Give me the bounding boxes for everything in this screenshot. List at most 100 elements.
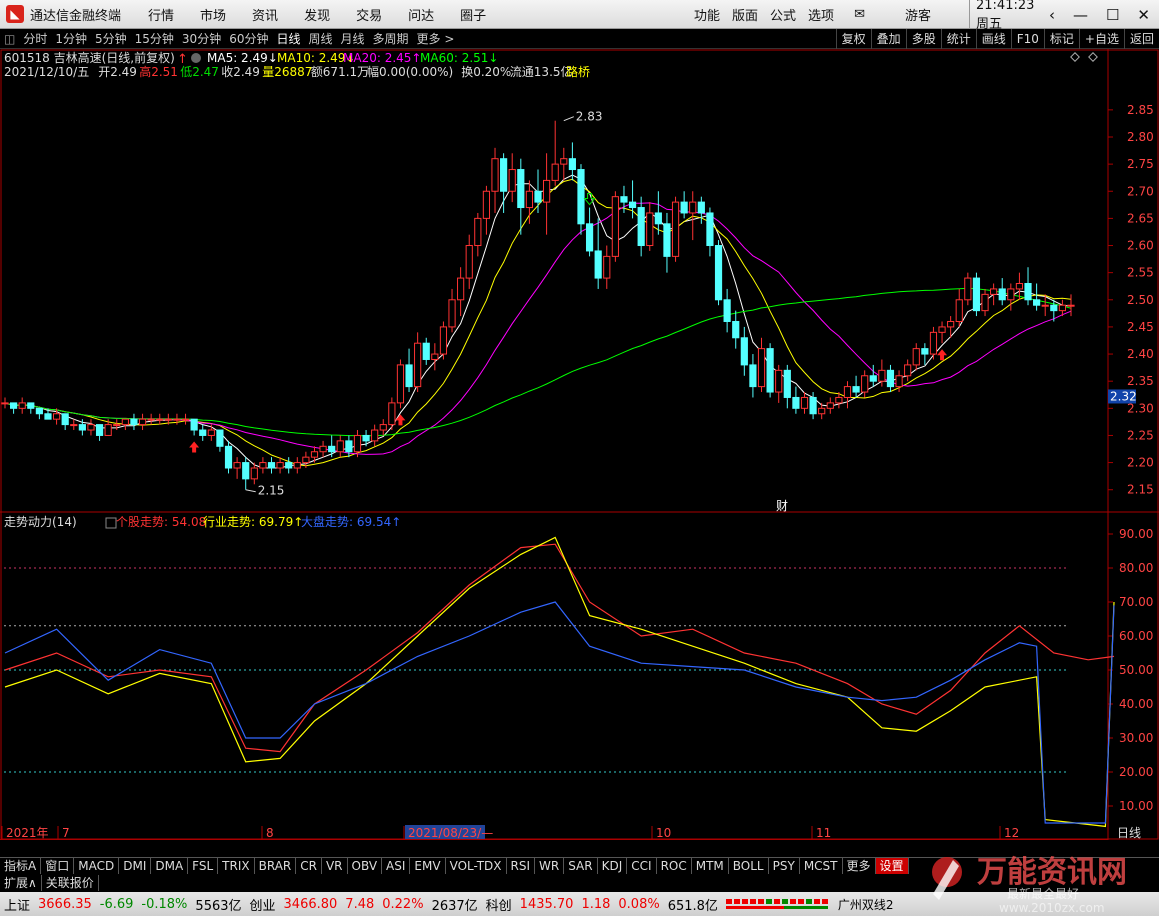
candle-body[interactable] (689, 201, 697, 214)
candle-body[interactable] (70, 424, 78, 427)
candle-body[interactable] (585, 223, 594, 252)
candle-body[interactable] (1041, 304, 1049, 307)
candle-body[interactable] (800, 396, 809, 409)
candle-body[interactable] (654, 212, 662, 225)
candle-body[interactable] (379, 424, 387, 431)
candle-body[interactable] (706, 212, 714, 247)
candle-body[interactable] (1024, 283, 1032, 301)
period-tab-7[interactable]: 周线 (309, 30, 333, 47)
candle-body[interactable] (18, 402, 26, 409)
candle-body[interactable] (551, 163, 559, 181)
period-tab-5[interactable]: 60分钟 (229, 30, 268, 47)
candle-body[interactable] (646, 212, 654, 247)
indicator-tab-5[interactable]: FSL (188, 858, 219, 874)
candle-body[interactable] (302, 456, 310, 464)
period-tab-9[interactable]: 多周期 (373, 30, 409, 47)
period-tab-6[interactable]: 日线 (276, 30, 300, 47)
candle-body[interactable] (757, 348, 766, 388)
candle-body[interactable] (878, 369, 886, 382)
candle-body[interactable] (1067, 304, 1075, 307)
candle-body[interactable] (388, 402, 396, 426)
user-label[interactable]: 游客 (905, 5, 931, 24)
candle-body[interactable] (147, 418, 155, 421)
candle-body[interactable] (740, 337, 748, 366)
candle-body[interactable] (336, 440, 344, 453)
candle-body[interactable] (500, 158, 508, 192)
period-tab-2[interactable]: 5分钟 (95, 30, 127, 47)
cy-index-label[interactable]: 创业 (250, 895, 276, 914)
candle-body[interactable] (732, 320, 740, 339)
candle-body[interactable] (912, 348, 920, 366)
candle-body[interactable] (775, 369, 783, 393)
candle-body[interactable] (895, 375, 903, 388)
candle-body[interactable] (491, 158, 499, 192)
candle-body[interactable] (964, 277, 972, 301)
candle-body[interactable] (517, 169, 525, 209)
candle-body[interactable] (637, 207, 645, 247)
indicator-tab-20[interactable]: MTM (692, 858, 729, 874)
sh-index-label[interactable]: 上证 (4, 895, 30, 914)
period-tab-8[interactable]: 月线 (341, 30, 365, 47)
candle-body[interactable] (199, 429, 207, 436)
candle-body[interactable] (173, 418, 181, 421)
period-tab-10[interactable]: 更多 > (417, 30, 455, 47)
candle-body[interactable] (783, 369, 791, 398)
indicator-tab-4[interactable]: DMA (151, 858, 189, 874)
candle-body[interactable] (1050, 304, 1058, 312)
candle-body[interactable] (938, 326, 946, 333)
candle-body[interactable] (861, 375, 869, 393)
candle-body[interactable] (345, 440, 353, 453)
candle-body[interactable] (44, 413, 52, 420)
candle-body[interactable] (671, 201, 680, 257)
candle-body[interactable] (431, 353, 439, 360)
candle-body[interactable] (27, 402, 35, 409)
candle-body[interactable] (371, 429, 379, 442)
candle-body[interactable] (52, 413, 61, 420)
candle-body[interactable] (792, 396, 800, 409)
candle-body[interactable] (35, 407, 43, 415)
candle-body[interactable] (955, 299, 963, 322)
candle-body[interactable] (414, 342, 422, 388)
indicator-settings-icon[interactable] (105, 517, 117, 529)
candle-body[interactable] (396, 364, 405, 404)
indicator-tab-8[interactable]: CR (296, 858, 322, 874)
candle-body[interactable] (809, 396, 817, 415)
candle-body[interactable] (457, 277, 465, 301)
candle-body[interactable] (818, 407, 826, 415)
candle-body[interactable] (628, 201, 637, 209)
candle-body[interactable] (904, 364, 912, 377)
menu-item-trade[interactable]: 交易 (356, 5, 382, 24)
indicator-tab-23[interactable]: MCST (800, 858, 843, 874)
tool-button-1[interactable]: 叠加 (870, 29, 906, 49)
news-ticker[interactable]: 广州双线2 (838, 896, 894, 913)
indicator-tab-0[interactable]: 指标A (0, 858, 42, 874)
candle-body[interactable] (826, 402, 834, 409)
candle-body[interactable] (1007, 288, 1015, 301)
tool-button-7[interactable]: +自选 (1078, 29, 1124, 49)
candle-body[interactable] (293, 462, 301, 469)
diamond-icon[interactable] (1070, 52, 1080, 62)
candle-body[interactable] (603, 255, 611, 279)
indicator-tab-11[interactable]: ASI (382, 858, 411, 874)
tool-button-0[interactable]: 复权 (835, 29, 871, 49)
candle-body[interactable] (138, 418, 147, 426)
candle-body[interactable] (465, 245, 473, 279)
candle-body[interactable] (87, 424, 95, 431)
related-quote-tab[interactable]: 关联报价 (42, 875, 99, 891)
candle-body[interactable] (680, 201, 688, 214)
tool-button-3[interactable]: 统计 (940, 29, 976, 49)
indicator-tab-17[interactable]: KDJ (598, 858, 628, 874)
candle-body[interactable] (525, 190, 533, 209)
indicator-tab-12[interactable]: EMV (410, 858, 446, 874)
back-icon[interactable]: ‹ (1049, 6, 1055, 24)
candle-body[interactable] (723, 299, 731, 322)
candle-body[interactable] (998, 288, 1006, 301)
candle-body[interactable] (353, 434, 362, 453)
candle-body[interactable] (766, 348, 774, 393)
candle-body[interactable] (835, 396, 843, 404)
close-icon[interactable]: ✕ (1137, 6, 1150, 24)
tool-button-6[interactable]: 标记 (1043, 29, 1079, 49)
indicator-tab-21[interactable]: BOLL (729, 858, 769, 874)
candle-body[interactable] (714, 245, 723, 301)
menu-item-discover[interactable]: 发现 (304, 5, 330, 24)
